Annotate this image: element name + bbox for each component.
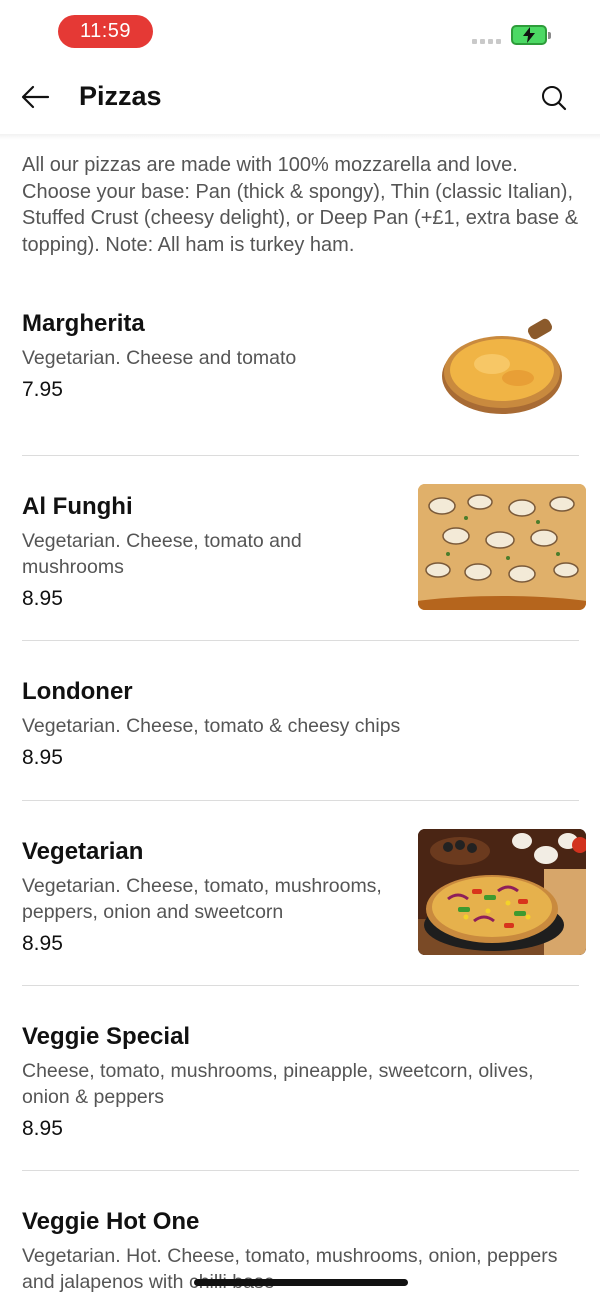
- item-name: Margherita: [22, 310, 145, 337]
- item-photo-margherita: [418, 306, 586, 432]
- divider: [22, 800, 579, 801]
- menu-item-margherita[interactable]: Margherita Vegetarian. Cheese and tomato…: [0, 300, 600, 456]
- item-price: 8.95: [22, 746, 63, 769]
- search-button[interactable]: [537, 82, 571, 116]
- divider: [22, 640, 579, 641]
- status-time: 11:59: [58, 15, 153, 48]
- item-name: Londoner: [22, 678, 133, 705]
- item-name: Al Funghi: [22, 493, 133, 520]
- status-bar: 11:59: [0, 0, 600, 62]
- item-name: Vegetarian: [22, 838, 144, 865]
- item-price: 7.95: [22, 378, 63, 401]
- menu-item-veggie-special[interactable]: Veggie Special Cheese, tomato, mushrooms…: [0, 1013, 600, 1171]
- divider: [22, 985, 579, 986]
- item-description: Vegetarian. Hot. Cheese, tomato, mushroo…: [22, 1245, 558, 1293]
- item-description: Vegetarian. Cheese and tomato: [22, 347, 297, 369]
- item-photo-vegetarian: [418, 829, 586, 955]
- menu-item-al-funghi[interactable]: Al Funghi Vegetarian. Cheese, tomato and…: [0, 483, 600, 641]
- app-header: Pizzas: [0, 62, 600, 134]
- item-price: 8.95: [22, 1117, 63, 1140]
- item-price: 8.95: [22, 932, 63, 955]
- item-price: 8.95: [22, 587, 63, 610]
- item-photo-al-funghi: [418, 484, 586, 610]
- item-name: Veggie Hot One: [22, 1208, 200, 1235]
- item-description: Vegetarian. Cheese, tomato, mushrooms, p…: [22, 875, 382, 923]
- menu-item-londoner[interactable]: Londoner Vegetarian. Cheese, tomato & ch…: [0, 668, 600, 800]
- divider: [22, 455, 579, 456]
- back-button[interactable]: [18, 80, 54, 116]
- item-name: Veggie Special: [22, 1023, 191, 1050]
- arrow-left-icon: [21, 85, 50, 109]
- signal-icon: [472, 39, 501, 44]
- battery-charging-icon: [511, 25, 551, 45]
- menu-item-vegetarian[interactable]: Vegetarian Vegetarian. Cheese, tomato, m…: [0, 828, 600, 986]
- divider: [22, 1170, 579, 1171]
- item-description: Vegetarian. Cheese, tomato and mushrooms: [22, 530, 302, 578]
- page-title: Pizzas: [79, 81, 162, 111]
- item-description: Vegetarian. Cheese, tomato & cheesy chip…: [22, 715, 401, 737]
- item-description: Cheese, tomato, mushrooms, pineapple, sw…: [22, 1060, 534, 1108]
- search-icon: [542, 86, 567, 111]
- header-shadow: [0, 134, 600, 140]
- home-indicator[interactable]: [194, 1279, 408, 1286]
- menu-intro-text: All our pizzas are made with 100% mozzar…: [22, 154, 579, 256]
